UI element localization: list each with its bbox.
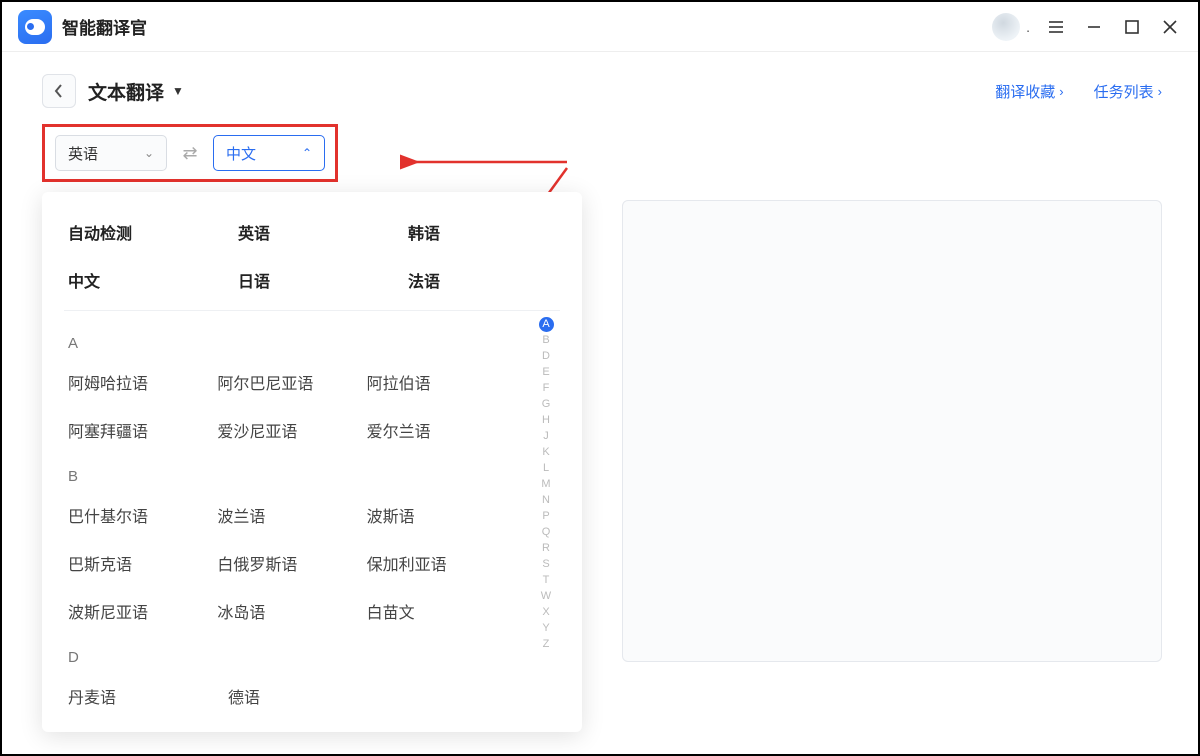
language-selector-group: 英语 ⌄ ⇄ 中文 ⌃	[42, 124, 338, 182]
letter-rail-item[interactable]: N	[542, 492, 550, 508]
chevron-up-icon: ⌃	[302, 146, 312, 160]
swap-languages-button[interactable]: ⇄	[177, 140, 203, 166]
source-lang-select[interactable]: 英语 ⌄	[55, 135, 167, 171]
letter-rail-item[interactable]: S	[542, 556, 549, 572]
letter-rail-item[interactable]: H	[542, 412, 550, 428]
lang-item[interactable]: 保加利亚语	[367, 539, 516, 587]
source-lang-value: 英语	[68, 143, 98, 164]
lang-item[interactable]: 爱沙尼亚语	[217, 406, 366, 454]
letter-head-a: A	[68, 335, 516, 352]
lang-row: 波斯尼亚语 冰岛语 白苗文	[68, 587, 516, 635]
app-title: 智能翻译官	[62, 14, 147, 39]
menu-icon[interactable]	[1044, 15, 1068, 39]
lang-item[interactable]: 阿姆哈拉语	[68, 358, 217, 406]
letter-rail-item[interactable]: T	[543, 572, 550, 588]
letter-rail-item[interactable]: M	[541, 476, 550, 492]
lang-item[interactable]: 阿塞拜疆语	[68, 406, 217, 454]
letter-rail-item[interactable]: W	[541, 588, 551, 604]
quick-lang-en[interactable]: 英语	[238, 220, 348, 244]
target-lang-value: 中文	[226, 143, 256, 164]
avatar[interactable]	[992, 13, 1020, 41]
window-controls: .	[992, 13, 1182, 41]
caret-down-icon: ▼	[172, 84, 184, 98]
target-lang-select[interactable]: 中文 ⌃	[213, 135, 325, 171]
letter-rail-item[interactable]: Q	[542, 524, 551, 540]
header-row: 文本翻译 ▼ 翻译收藏 › 任务列表 ›	[2, 52, 1198, 118]
quick-lang-row-2: 中文 日语 法语	[68, 256, 556, 304]
lang-row: 阿塞拜疆语 爱沙尼亚语 爱尔兰语	[68, 406, 516, 454]
divider	[64, 310, 560, 311]
quick-lang-auto[interactable]: 自动检测	[68, 220, 178, 244]
lang-item[interactable]: 德语	[228, 672, 388, 715]
quick-lang-zh[interactable]: 中文	[68, 268, 178, 292]
quick-lang-fr[interactable]: 法语	[408, 268, 518, 292]
lang-item[interactable]: 波斯尼亚语	[68, 587, 217, 635]
lang-row: 巴斯克语 白俄罗斯语 保加利亚语	[68, 539, 516, 587]
letter-rail-item[interactable]: P	[542, 508, 549, 524]
lang-list-wrap: A 阿姆哈拉语 阿尔巴尼亚语 阿拉伯语 阿塞拜疆语 爱沙尼亚语 爱尔兰语 B 巴…	[68, 315, 556, 715]
letter-rail-item[interactable]: J	[543, 428, 549, 444]
lang-item[interactable]: 巴什基尔语	[68, 491, 217, 539]
maximize-icon[interactable]	[1120, 15, 1144, 39]
page-title[interactable]: 文本翻译 ▼	[88, 78, 184, 105]
letter-rail-item[interactable]: B	[542, 332, 549, 348]
tasks-link[interactable]: 任务列表 ›	[1094, 81, 1162, 102]
letter-rail-item[interactable]: X	[542, 604, 549, 620]
lang-item[interactable]: 波斯语	[367, 491, 516, 539]
favorites-link[interactable]: 翻译收藏 ›	[995, 81, 1063, 102]
favorites-link-label: 翻译收藏	[995, 81, 1055, 102]
avatar-dot: .	[1026, 19, 1030, 35]
language-list[interactable]: A 阿姆哈拉语 阿尔巴尼亚语 阿拉伯语 阿塞拜疆语 爱沙尼亚语 爱尔兰语 B 巴…	[68, 315, 536, 715]
chevron-right-icon: ›	[1059, 84, 1063, 99]
letter-rail-item[interactable]: Y	[542, 620, 549, 636]
translation-output-panel	[622, 200, 1162, 662]
title-bar: 智能翻译官 .	[2, 2, 1198, 52]
lang-item[interactable]: 阿拉伯语	[367, 358, 516, 406]
quick-lang-ko[interactable]: 韩语	[408, 220, 518, 244]
letter-rail-item[interactable]: K	[542, 444, 549, 460]
controls-row: 英语 ⌄ ⇄ 中文 ⌃	[2, 118, 1198, 182]
lang-row: 巴什基尔语 波兰语 波斯语	[68, 491, 516, 539]
chevron-down-icon: ⌄	[144, 146, 154, 160]
letter-rail-item[interactable]: F	[543, 380, 550, 396]
letter-rail-item[interactable]: A	[539, 317, 554, 332]
lang-item[interactable]: 爱尔兰语	[367, 406, 516, 454]
letter-rail-item[interactable]: R	[542, 540, 550, 556]
letter-head-d: D	[68, 649, 516, 666]
lang-row: 丹麦语 德语	[68, 672, 516, 715]
lang-item[interactable]: 白俄罗斯语	[217, 539, 366, 587]
letter-rail-item[interactable]: L	[543, 460, 549, 476]
close-icon[interactable]	[1158, 15, 1182, 39]
letter-rail-item[interactable]: Z	[543, 636, 550, 652]
page-title-text: 文本翻译	[88, 78, 164, 105]
lang-item[interactable]: 白苗文	[367, 587, 516, 635]
letter-rail-item[interactable]: G	[542, 396, 551, 412]
letter-rail-item[interactable]: E	[542, 364, 549, 380]
chevron-right-icon: ›	[1158, 84, 1162, 99]
lang-item[interactable]: 巴斯克语	[68, 539, 217, 587]
back-button[interactable]	[42, 74, 76, 108]
lang-item[interactable]: 丹麦语	[68, 672, 228, 715]
letter-rail: A B D E F G H J K L M N P Q R S T W X Y …	[536, 315, 556, 715]
lang-item[interactable]: 波兰语	[217, 491, 366, 539]
app-logo-icon	[18, 10, 52, 44]
quick-lang-ja[interactable]: 日语	[238, 268, 348, 292]
header-links: 翻译收藏 › 任务列表 ›	[995, 81, 1162, 102]
letter-head-b: B	[68, 468, 516, 485]
lang-item[interactable]: 阿尔巴尼亚语	[217, 358, 366, 406]
lang-row: 阿姆哈拉语 阿尔巴尼亚语 阿拉伯语	[68, 358, 516, 406]
language-dropdown-panel: 自动检测 英语 韩语 中文 日语 法语 A 阿姆哈拉语 阿尔巴尼亚语 阿拉伯语 …	[42, 192, 582, 732]
letter-rail-item[interactable]: D	[542, 348, 550, 364]
tasks-link-label: 任务列表	[1094, 81, 1154, 102]
minimize-icon[interactable]	[1082, 15, 1106, 39]
quick-lang-row-1: 自动检测 英语 韩语	[68, 208, 556, 256]
lang-item[interactable]: 冰岛语	[217, 587, 366, 635]
